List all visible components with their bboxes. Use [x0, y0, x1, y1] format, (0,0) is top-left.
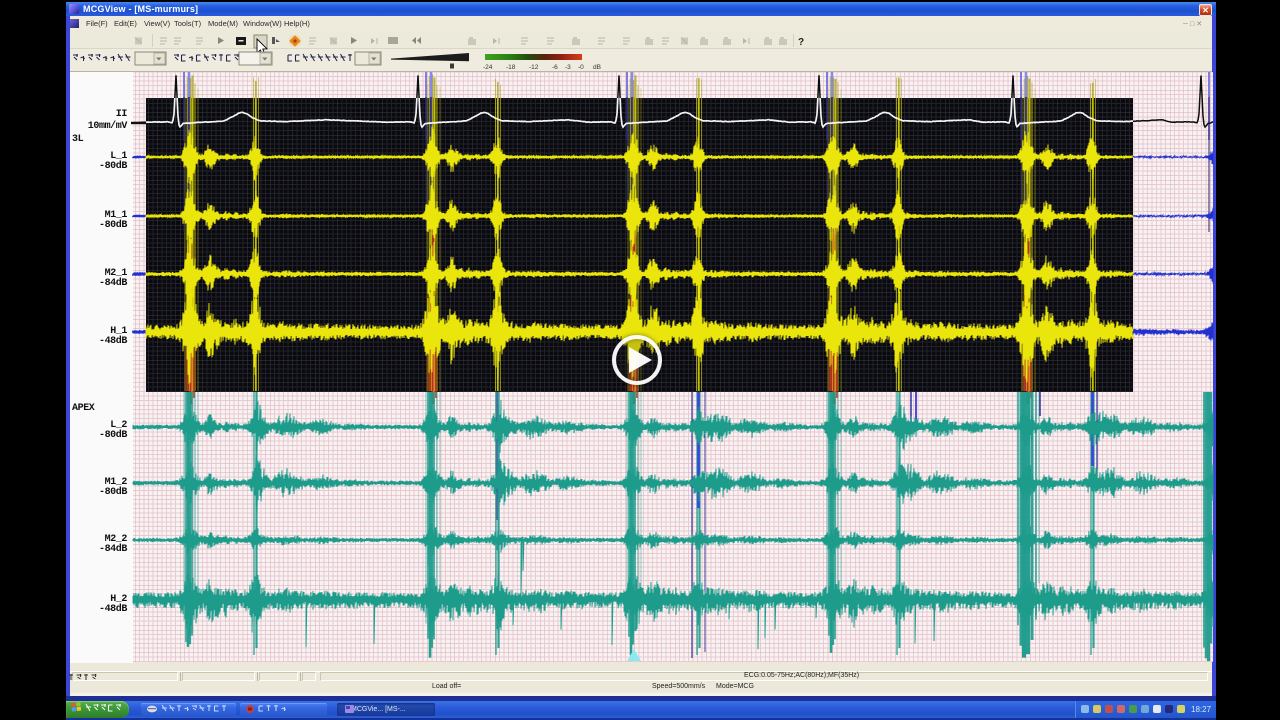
svg-text:?: ? — [798, 37, 804, 48]
